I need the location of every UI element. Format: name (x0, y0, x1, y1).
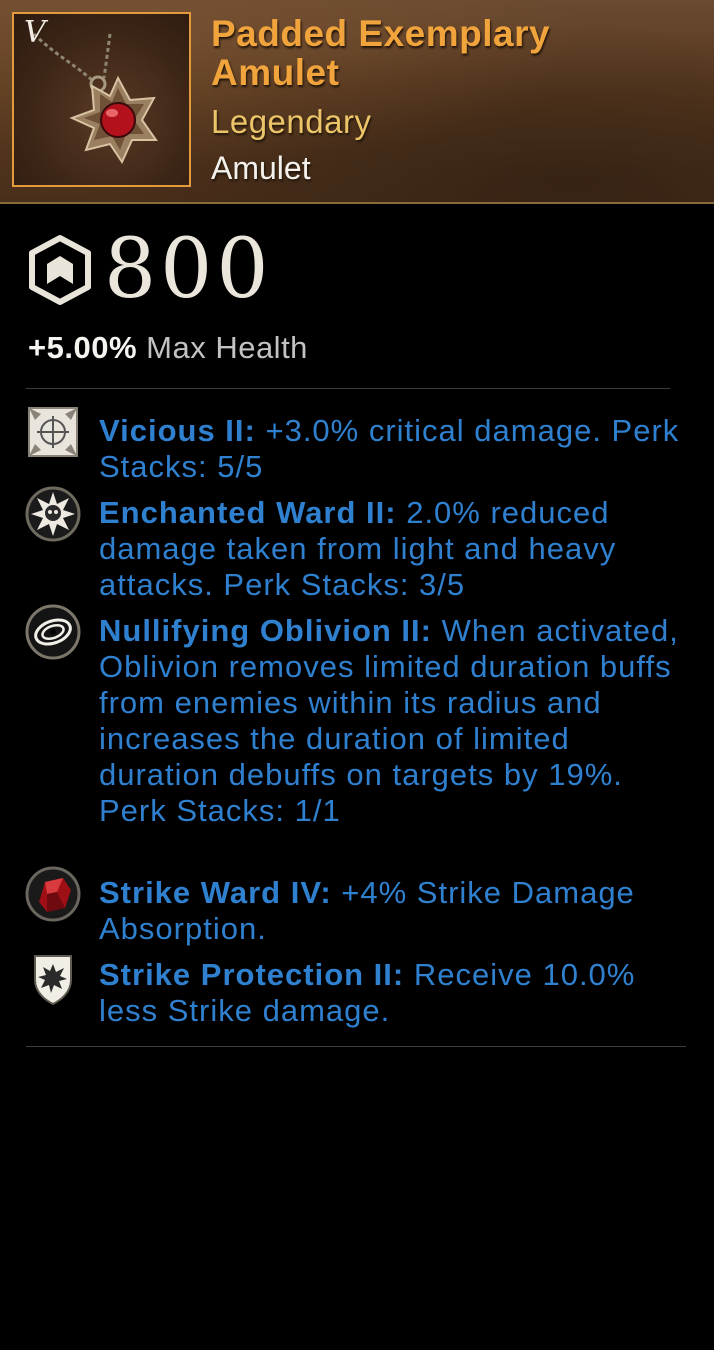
perk-text: Strike Ward IV: +4% Strike Damage Absorp… (99, 875, 689, 947)
vortex-perk-icon (25, 604, 81, 660)
divider (26, 388, 670, 389)
attribute-label: Max Health (146, 330, 308, 365)
divider (26, 1046, 686, 1047)
attribute-line: +5.00% Max Health (28, 328, 308, 368)
perk-text: Strike Protection II: Receive 10.0% less… (99, 957, 689, 1029)
skull-burst-perk-icon (25, 486, 81, 542)
tier-mark: V (24, 15, 46, 50)
attribute-value: +5.00% (28, 330, 138, 365)
ruby-gem-icon (25, 866, 81, 922)
item-name: Padded Exemplary Amulet (211, 13, 551, 93)
perk-name: Enchanted Ward II: (99, 495, 397, 530)
gear-score-value: 800 (104, 222, 273, 317)
shield-burst-perk-icon (34, 955, 72, 1006)
item-tooltip: V Padded Exemplary Amulet Legendary Amul… (0, 0, 714, 1350)
perk-text: Nullifying Oblivion II: When activated, … (99, 613, 689, 829)
perk-name: Strike Ward IV: (99, 875, 332, 910)
perk-text: Enchanted Ward II: 2.0% reduced damage t… (99, 495, 689, 603)
item-type: Amulet (211, 150, 311, 186)
perk-name: Vicious II: (99, 413, 256, 448)
gear-score-icon (29, 235, 91, 305)
perk-name: Strike Protection II: (99, 957, 405, 992)
item-rarity: Legendary (211, 103, 372, 140)
item-icon-frame: V (12, 12, 191, 187)
perk-name: Nullifying Oblivion II: (99, 613, 432, 648)
tooltip-header: V Padded Exemplary Amulet Legendary Amul… (0, 0, 714, 204)
crosshair-perk-icon (28, 407, 78, 457)
perk-text: Vicious II: +3.0% critical damage. Perk … (99, 413, 689, 485)
